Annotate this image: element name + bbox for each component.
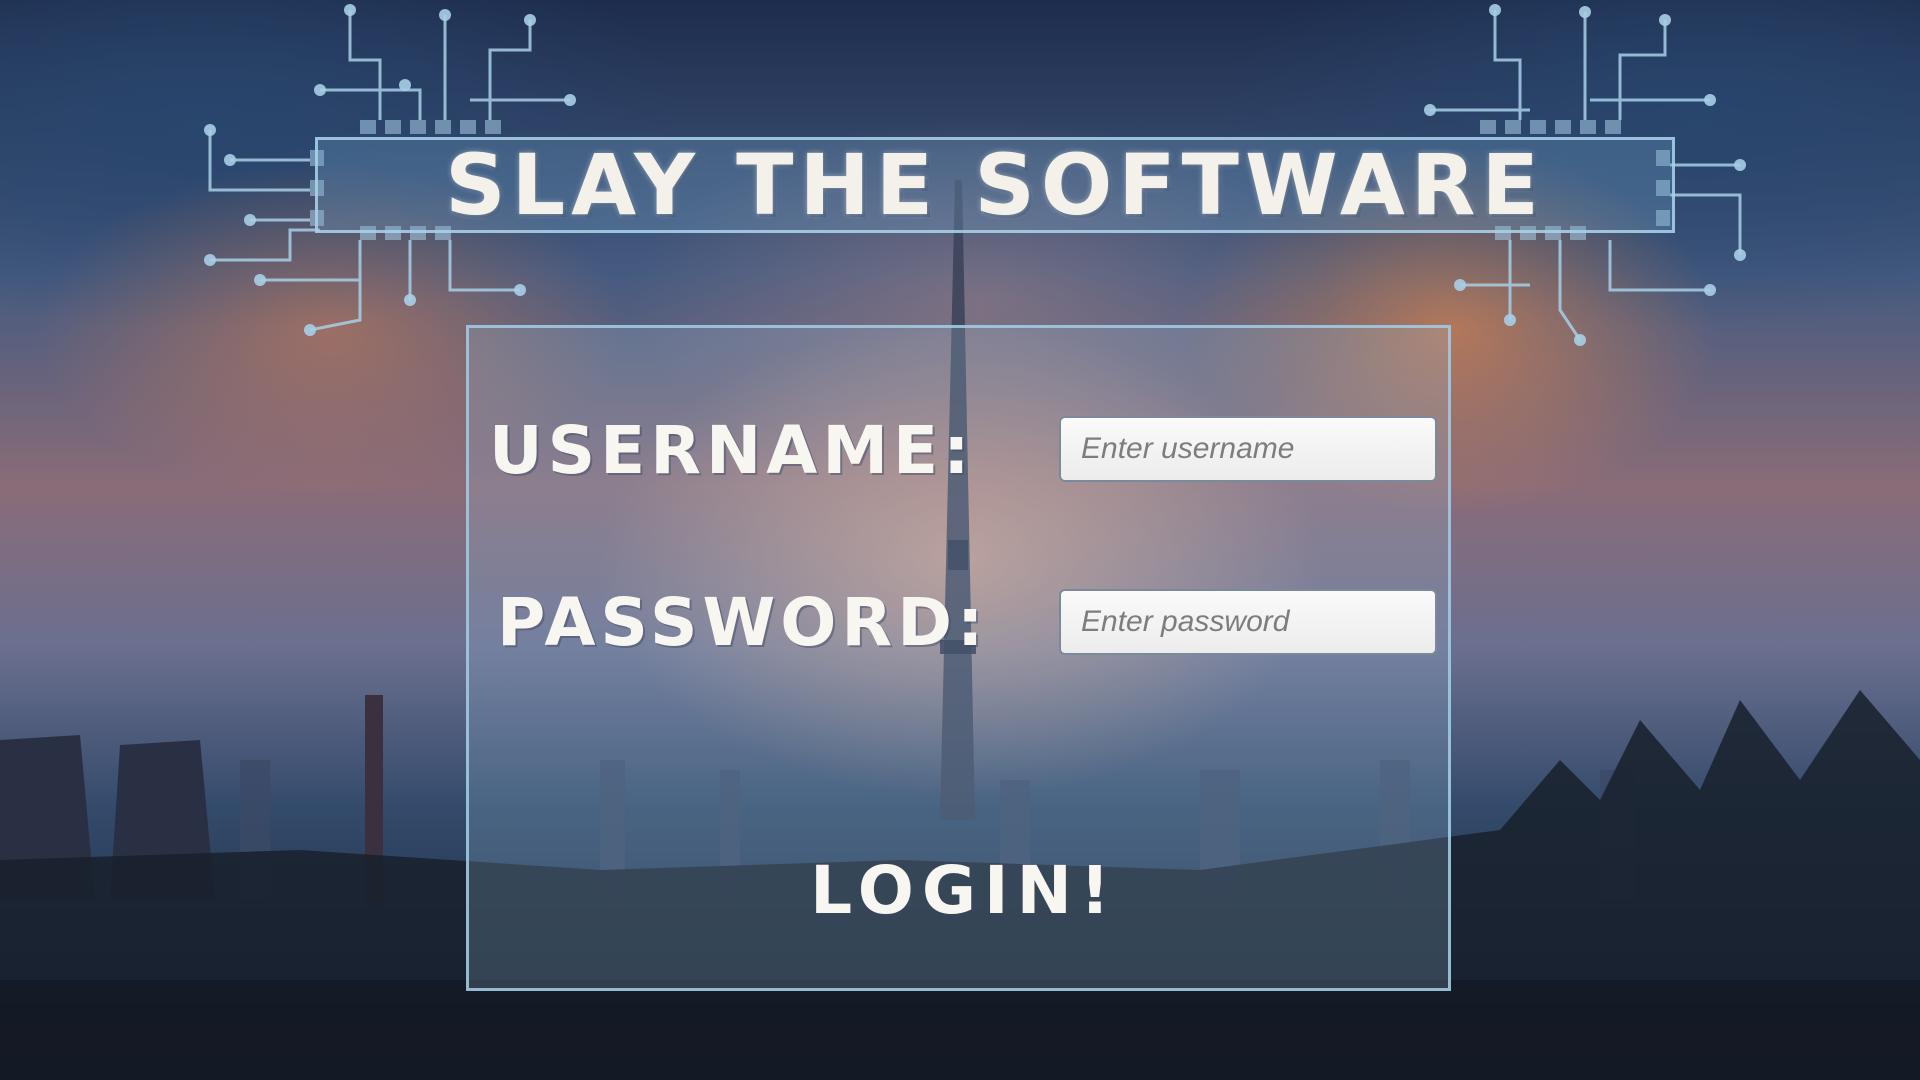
username-input[interactable] (1059, 416, 1437, 482)
password-label: PASSWORD: (497, 584, 989, 661)
login-button[interactable]: LOGIN! (769, 836, 1159, 946)
password-input[interactable] (1059, 589, 1437, 655)
username-label: USERNAME: (489, 412, 975, 489)
login-panel: USERNAME: PASSWORD: LOGIN! (466, 325, 1451, 991)
title-banner: SLAY THE SOFTWARE (315, 137, 1675, 233)
game-title: SLAY THE SOFTWARE (445, 136, 1545, 234)
